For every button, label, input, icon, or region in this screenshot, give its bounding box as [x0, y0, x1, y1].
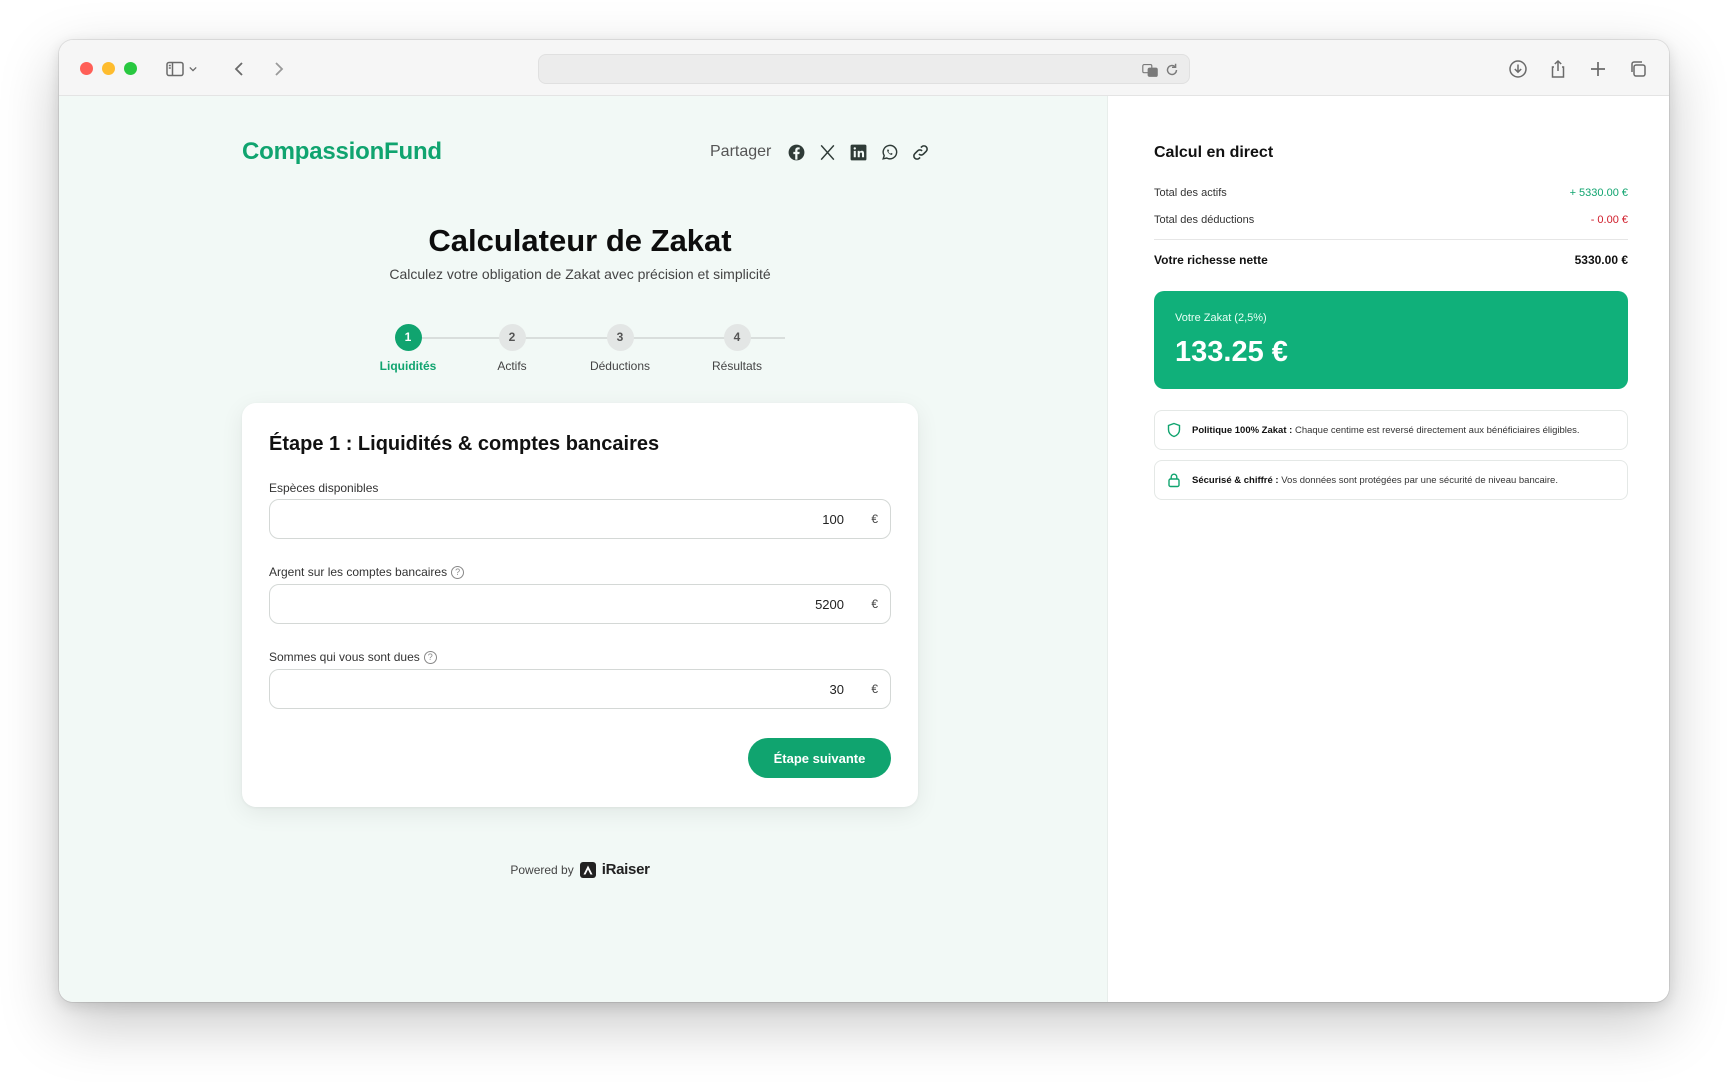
step-1-number: 1 — [394, 324, 422, 351]
cash-label: Espèces disponibles — [269, 481, 378, 495]
bank-accounts-field[interactable]: 5200 € — [269, 584, 891, 624]
security-text: Sécurisé & chiffré : Vos données sont pr… — [1192, 475, 1558, 486]
step-2-label: Actifs — [497, 359, 527, 373]
net-wealth-label: Votre richesse nette — [1154, 253, 1268, 267]
cash-field[interactable]: 100 € — [269, 499, 891, 539]
policy-text: Politique 100% Zakat : Chaque centime es… — [1192, 425, 1580, 436]
zakat-label: Votre Zakat (2,5%) — [1175, 312, 1267, 324]
step-3-number: 3 — [606, 324, 634, 351]
assets-row: Total des actifs + 5330.00 € — [1154, 187, 1628, 199]
bank-accounts-currency: € — [871, 597, 878, 611]
page-title: Calculateur de Zakat — [428, 223, 732, 258]
receivables-label: Sommes qui vous sont dues ? — [269, 650, 437, 664]
step-2[interactable]: 2 Actifs — [467, 324, 557, 373]
close-window-button[interactable] — [80, 62, 93, 75]
receivables-value[interactable]: 30 — [830, 682, 844, 697]
back-icon[interactable] — [227, 56, 253, 82]
page-subtitle: Calculez votre obligation de Zakat avec … — [389, 266, 771, 282]
step-4-label: Résultats — [711, 359, 763, 373]
link-icon[interactable] — [911, 143, 930, 162]
help-icon[interactable]: ? — [451, 565, 465, 579]
step-2-number: 2 — [498, 324, 526, 351]
share-label: Partager — [710, 143, 772, 160]
tab-overview-icon[interactable] — [1625, 56, 1651, 82]
assets-label: Total des actifs — [1154, 187, 1227, 199]
zoom-window-button[interactable] — [124, 62, 137, 75]
powered-by[interactable]: Powered by iRaiser — [242, 861, 918, 878]
whatsapp-icon[interactable] — [880, 143, 899, 162]
zakat-result-box: Votre Zakat (2,5%) 133.25 € — [1154, 291, 1628, 389]
step-3-label: Déductions — [589, 359, 651, 373]
linkedin-icon[interactable] — [849, 143, 868, 162]
share-bar: Partager — [710, 138, 930, 166]
browser-window: CompassionFund Partager Calculateur de Z… — [59, 40, 1669, 1002]
next-step-button[interactable]: Étape suivante — [748, 738, 891, 778]
cash-value[interactable]: 100 — [822, 512, 844, 527]
help-icon[interactable]: ? — [423, 650, 437, 664]
iraiser-logo-icon — [579, 861, 596, 878]
cash-label-text: Espèces disponibles — [269, 481, 379, 495]
reload-icon[interactable] — [1163, 61, 1181, 79]
step-1[interactable]: 1 Liquidités — [363, 324, 453, 373]
net-wealth-value: 5330.00 € — [1574, 253, 1628, 267]
policy-info: Politique 100% Zakat : Chaque centime es… — [1154, 410, 1628, 450]
summary-divider — [1154, 239, 1628, 240]
x-icon[interactable] — [818, 143, 837, 162]
step-4-number: 4 — [723, 324, 751, 351]
download-icon[interactable] — [1505, 56, 1531, 82]
zakat-value: 133.25 € — [1175, 336, 1288, 368]
provider-name: iRaiser — [601, 861, 650, 878]
powered-by-label: Powered by — [510, 862, 574, 877]
chevron-down-icon[interactable] — [185, 56, 201, 82]
receivables-field[interactable]: 30 € — [269, 669, 891, 709]
shield-icon — [1166, 422, 1182, 438]
bank-accounts-value[interactable]: 5200 — [815, 597, 844, 612]
net-wealth-row: Votre richesse nette 5330.00 € — [1154, 253, 1628, 267]
step-form-card: Étape 1 : Liquidités & comptes bancaires… — [242, 403, 918, 807]
calculator-panel: CompassionFund Partager Calculateur de Z… — [59, 96, 1107, 1002]
step-1-label: Liquidités — [379, 359, 437, 373]
deductions-value: - 0.00 € — [1590, 214, 1628, 226]
share-icon[interactable] — [1545, 56, 1571, 82]
deductions-label: Total des déductions — [1154, 214, 1255, 226]
stepper: 1 Liquidités 2 Actifs 3 Déductions 4 Rés… — [380, 324, 809, 384]
security-text-bold: Sécurisé & chiffré : — [1192, 474, 1279, 486]
policy-text-bold: Politique 100% Zakat : — [1192, 424, 1293, 436]
lock-icon — [1166, 472, 1182, 488]
form-heading: Étape 1 : Liquidités & comptes bancaires — [269, 433, 660, 455]
live-summary-panel: Calcul en direct Total des actifs + 5330… — [1107, 96, 1669, 1002]
receivables-label-text: Sommes qui vous sont dues — [269, 650, 420, 664]
receivables-currency: € — [871, 682, 878, 696]
new-tab-icon[interactable] — [1585, 56, 1611, 82]
cash-currency: € — [871, 512, 878, 526]
brand-logo[interactable]: CompassionFund — [242, 138, 442, 166]
translate-icon[interactable] — [1141, 61, 1159, 79]
facebook-icon[interactable] — [787, 143, 806, 162]
step-3[interactable]: 3 Déductions — [575, 324, 665, 373]
security-text-body: Vos données sont protégées par une sécur… — [1278, 474, 1558, 486]
bank-accounts-label-text: Argent sur les comptes bancaires — [269, 565, 448, 579]
deductions-row: Total des déductions - 0.00 € — [1154, 214, 1628, 226]
forward-icon[interactable] — [265, 56, 291, 82]
security-info: Sécurisé & chiffré : Vos données sont pr… — [1154, 460, 1628, 500]
bank-accounts-label: Argent sur les comptes bancaires ? — [269, 565, 465, 579]
minimize-window-button[interactable] — [102, 62, 115, 75]
policy-text-body: Chaque centime est reversé directement a… — [1292, 424, 1580, 436]
browser-toolbar — [59, 40, 1669, 96]
step-4[interactable]: 4 Résultats — [692, 324, 782, 373]
summary-title: Calcul en direct — [1154, 144, 1274, 161]
address-bar[interactable] — [538, 54, 1190, 84]
assets-value: + 5330.00 € — [1569, 187, 1628, 199]
